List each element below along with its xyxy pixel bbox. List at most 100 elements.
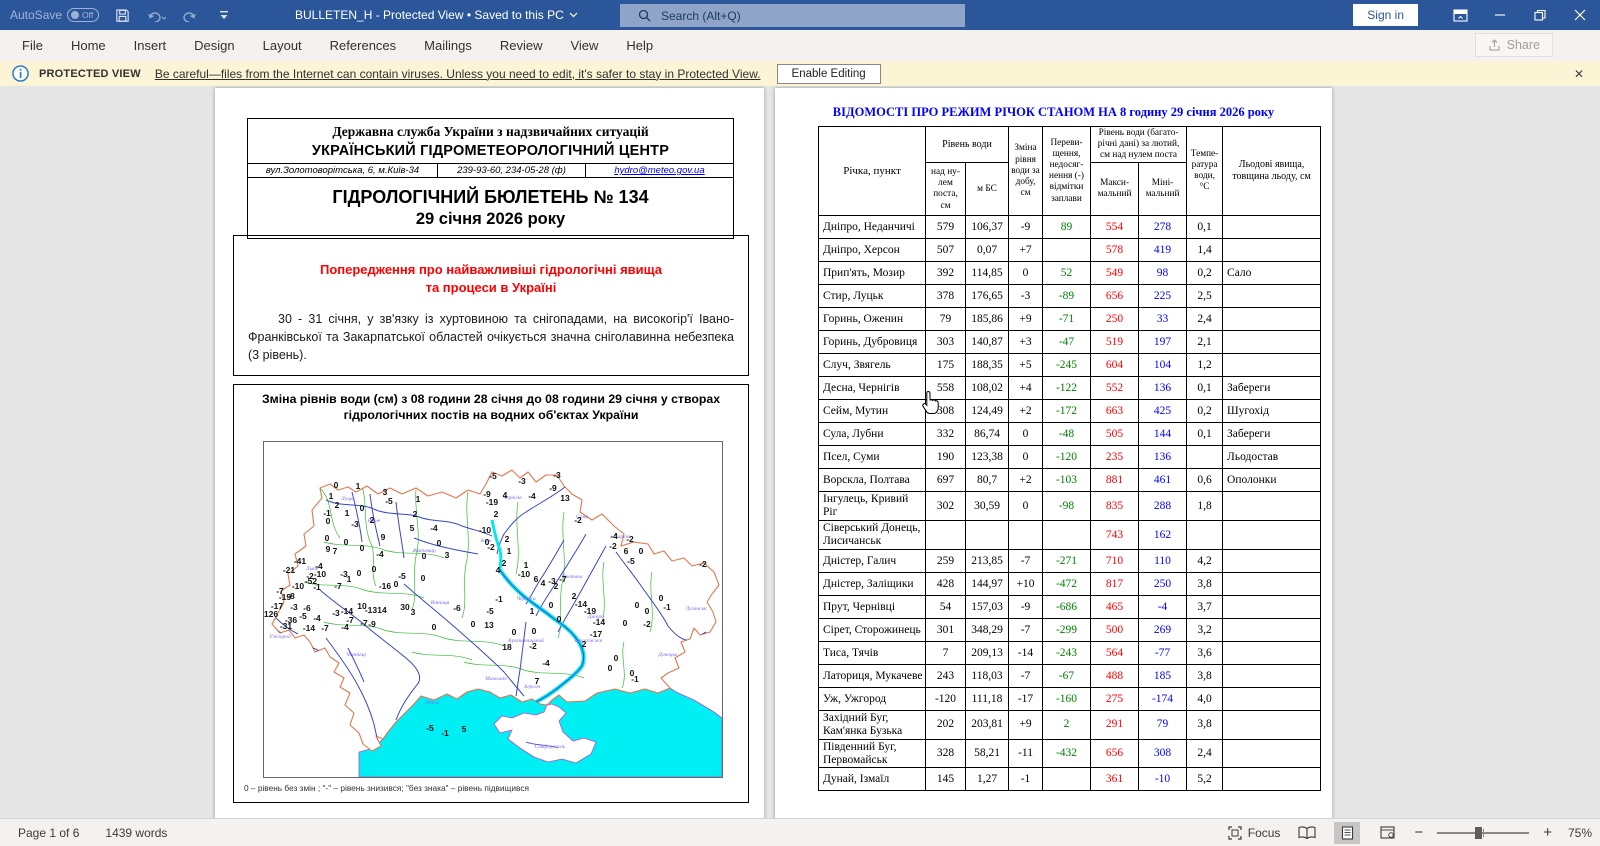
map-point-value: -4 [542, 658, 550, 668]
cell-d: -7 [1009, 618, 1043, 641]
map-city-label: Ужгород [269, 633, 291, 640]
restore-icon[interactable] [1520, 0, 1560, 30]
bulletin-header-box: Державна служба України з надзвичайних с… [247, 118, 734, 239]
map-point-value: -2 [487, 542, 495, 552]
web-layout-button[interactable] [1374, 822, 1400, 844]
map-point-value: 2 [413, 509, 418, 519]
web-layout-icon [1380, 826, 1395, 839]
cell-name: Ворскла, Полтава [819, 469, 926, 492]
tab-layout[interactable]: Layout [249, 30, 316, 61]
map-point-value: 6 [624, 546, 629, 556]
cell-t: 4,0 [1187, 687, 1223, 710]
search-input[interactable]: Search (Alt+Q) [620, 4, 965, 27]
cell-name: Прип'ять, Мозир [819, 262, 926, 285]
cell-h: 79 [926, 308, 966, 331]
read-mode-button[interactable] [1294, 822, 1320, 844]
tab-insert[interactable]: Insert [120, 30, 181, 61]
banner-close-icon[interactable]: ✕ [1570, 65, 1588, 83]
document-canvas[interactable]: Державна служба України з надзвичайних с… [0, 86, 1600, 818]
zoom-in-icon[interactable]: + [1543, 824, 1552, 841]
zoom-slider[interactable] [1437, 832, 1529, 834]
zoom-percentage[interactable]: 75% [1568, 826, 1592, 840]
document-title[interactable]: BULLETEN_H - Protected View • Saved to t… [295, 8, 578, 22]
map-point-value: 0 [360, 543, 365, 553]
cell-min: 425 [1139, 400, 1187, 423]
org-email-link[interactable]: hydro@meteo.gov.ua [586, 164, 733, 177]
cell-t [1187, 446, 1223, 469]
map-legend: 0 – рівень без змін ; "-" – рівень знизи… [244, 783, 529, 793]
customize-quick-access-icon[interactable] [213, 4, 235, 26]
cell-exc: 89 [1043, 216, 1091, 239]
map-point-value: -4 [313, 613, 321, 623]
map-point-value: 3 [411, 607, 416, 617]
map-point-value: -4 [610, 531, 618, 541]
map-point-value: 2 [502, 558, 507, 568]
cell-min: 250 [1139, 572, 1187, 595]
protected-view-message[interactable]: Be careful—files from the Internet can c… [155, 67, 761, 81]
zoom-slider-handle[interactable] [1475, 827, 1482, 839]
bulletin-title: ГІДРОЛОГІЧНИЙ БЮЛЕТЕНЬ № 134 [248, 187, 733, 208]
print-layout-button[interactable] [1334, 822, 1360, 844]
zoom-out-icon[interactable]: − [1414, 824, 1423, 841]
cell-max: 361 [1091, 768, 1139, 791]
cell-ice [1223, 492, 1321, 521]
map-point-value: -21 [283, 565, 296, 575]
cell-d: -9 [1009, 216, 1043, 239]
sign-in-button[interactable]: Sign in [1353, 4, 1418, 26]
autosave-dot [71, 11, 79, 19]
cell-name: Случ, Звягель [819, 354, 926, 377]
minimize-icon[interactable] [1480, 0, 1520, 30]
cell-d: +5 [1009, 354, 1043, 377]
autosave-toggle[interactable]: AutoSave Off [10, 8, 99, 22]
map-point-value: 0 [432, 622, 437, 632]
document-title-text: BULLETEN_H - Protected View • Saved to t… [295, 8, 564, 22]
map-point-value: 0 [557, 614, 562, 624]
tab-home[interactable]: Home [57, 30, 120, 61]
map-point-value: -7 [360, 618, 368, 628]
cell-bs: 213,85 [966, 549, 1009, 572]
map-point-value: 0 [623, 618, 628, 628]
save-icon[interactable] [111, 4, 133, 26]
cell-ice [1223, 595, 1321, 618]
close-icon[interactable] [1560, 0, 1600, 30]
cell-name: Сейм, Мутин [819, 400, 926, 423]
focus-icon [1228, 826, 1242, 840]
enable-editing-button[interactable]: Enable Editing [777, 64, 881, 84]
cell-name: Дніпро, Херсон [819, 239, 926, 262]
tab-review[interactable]: Review [486, 30, 557, 61]
share-button[interactable]: Share [1475, 33, 1553, 57]
undo-icon[interactable] [145, 4, 167, 26]
page-indicator[interactable]: Page 1 of 6 [18, 826, 79, 840]
cell-min: -4 [1139, 595, 1187, 618]
map-point-value: -3 [332, 608, 340, 618]
cell-d: -7 [1009, 664, 1043, 687]
ribbon-display-options-icon[interactable] [1440, 0, 1480, 30]
share-icon [1488, 39, 1501, 51]
cell-bs: 203,81 [966, 710, 1009, 739]
warning-box: Попередження про найважливіші гідрологіч… [233, 235, 749, 376]
word-count[interactable]: 1439 words [105, 826, 167, 840]
org-address: вул.Золотоворітська, 6, м.Київ-34 [248, 164, 438, 177]
tab-file[interactable]: File [8, 30, 57, 61]
cell-min: 278 [1139, 216, 1187, 239]
cell-t: 3,7 [1187, 595, 1223, 618]
cell-name: Десна, Чернігів [819, 377, 926, 400]
tab-references[interactable]: References [316, 30, 410, 61]
redo-icon[interactable] [179, 4, 201, 26]
tab-view[interactable]: View [556, 30, 612, 61]
tab-mailings[interactable]: Mailings [410, 30, 486, 61]
cell-bs: 209,13 [966, 641, 1009, 664]
cell-d: -7 [1009, 549, 1043, 572]
cell-min: 419 [1139, 239, 1187, 262]
document-page-1: Державна служба України з надзвичайних с… [215, 88, 764, 818]
cell-min: 98 [1139, 262, 1187, 285]
cell-t: 1,8 [1187, 492, 1223, 521]
map-caption-line2: гідрологічних постів на водних об'єктах … [234, 408, 748, 424]
focus-mode-button[interactable]: Focus [1228, 826, 1281, 840]
map-point-value: -7 [334, 581, 342, 591]
cell-ice [1223, 354, 1321, 377]
cell-name: Інгулець, Кривий Ріг [819, 492, 926, 521]
cell-min: 461 [1139, 469, 1187, 492]
tab-design[interactable]: Design [180, 30, 248, 61]
tab-help[interactable]: Help [612, 30, 667, 61]
